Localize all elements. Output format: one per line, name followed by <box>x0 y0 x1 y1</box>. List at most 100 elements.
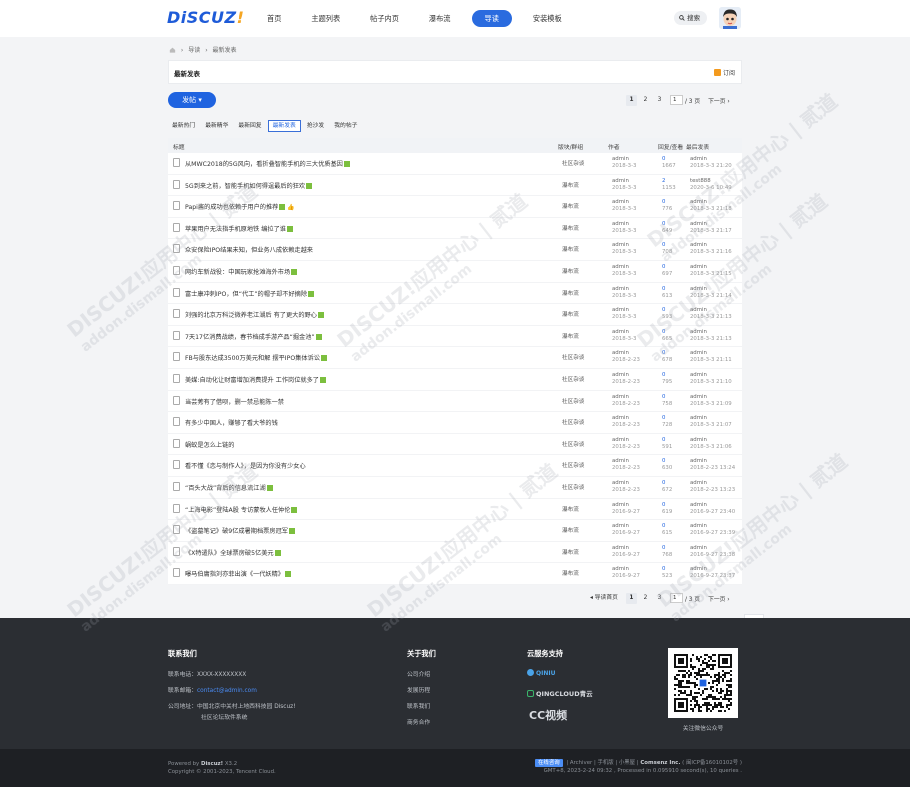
tab-item[interactable]: 最新热门 <box>168 120 199 132</box>
thread-title[interactable]: 5G到来之前，智能手机如何得逞最后的狂欢 <box>185 183 305 190</box>
last-post-date[interactable]: 2018-3-3 21:13 <box>690 314 732 320</box>
pager-page-3[interactable]: 3 <box>654 593 665 604</box>
author-link[interactable]: admin <box>612 242 629 248</box>
forum-link[interactable]: 瀑布流 <box>562 332 579 340</box>
tab-item[interactable]: 最新发表 <box>267 120 301 132</box>
last-post-date[interactable]: 2016-9-27 23:37 <box>690 573 735 579</box>
last-poster-link[interactable]: admin <box>690 394 707 400</box>
footer-link-intro[interactable]: 公司介绍 <box>407 669 430 678</box>
thread-title-link[interactable]: 5G到来之前，智能手机如何得逞最后的狂欢 <box>185 181 313 190</box>
last-post-date[interactable]: 2018-3-3 21:10 <box>690 379 732 385</box>
thread-title-link[interactable]: 刘强的北京万科泛微养老江湖后 有了更大的野心 <box>185 310 324 319</box>
site-logo[interactable]: DiSCUZ! <box>167 8 244 27</box>
thread-title-link[interactable]: 当芸莠有了借呗，删一禁忌能陈一禁 <box>185 397 284 406</box>
last-post-date[interactable]: 2018-3-3 21:11 <box>690 357 732 363</box>
reply-count[interactable]: 0 <box>662 437 665 443</box>
thread-title[interactable]: 7天17亿消费战绩，春节档成手游产品“掘金池” <box>185 334 315 341</box>
tab-item[interactable]: 最新回复 <box>234 120 265 132</box>
reply-count[interactable]: 0 <box>662 264 665 270</box>
author-link[interactable]: admin <box>612 372 629 378</box>
thread-title[interactable]: 美媒:自动化让财富增加消费提升 工作岗位就多了 <box>185 377 319 384</box>
forum-link[interactable]: 瀑布流 <box>562 505 579 513</box>
footer-link-business[interactable]: 商务合作 <box>407 717 430 726</box>
online-consult-button[interactable]: 在线咨询 <box>535 759 563 767</box>
reply-count[interactable]: 0 <box>662 242 665 248</box>
thread-title-link[interactable]: 《盗墓笔记》破9亿成暑期档票房冠军 <box>185 526 295 535</box>
thread-title-link[interactable]: 众安保险IPO结果未知，但业务八成依赖走越来 <box>185 245 313 254</box>
last-poster-link[interactable]: admin <box>690 264 707 270</box>
last-poster-link[interactable]: admin <box>690 199 707 205</box>
nav-item[interactable]: 首页 <box>258 10 290 27</box>
last-poster-link[interactable]: admin <box>690 566 707 572</box>
last-poster-link[interactable]: admin <box>690 307 707 313</box>
author-link[interactable]: admin <box>612 199 629 205</box>
last-post-date[interactable]: 2018-3-3 21:18 <box>690 206 732 212</box>
forum-link[interactable]: 社区杂谈 <box>562 418 584 426</box>
forum-link[interactable]: 瀑布流 <box>562 224 579 232</box>
thread-title-link[interactable]: 苹果用户无法指手机原地铁 编拉了谁 <box>185 224 293 233</box>
subscribe-link[interactable]: 订阅 <box>713 68 735 77</box>
thread-title[interactable]: 众安保险IPO结果未知，但业务八成依赖走越来 <box>185 247 313 254</box>
author-link[interactable]: admin <box>612 545 629 551</box>
reply-count[interactable]: 2 <box>662 178 665 184</box>
footer-links[interactable]: | Archiver | 手机版 | 小黑屋 | <box>566 760 638 766</box>
author-link[interactable]: admin <box>612 394 629 400</box>
thread-title[interactable]: 刘强的北京万科泛微养老江湖后 有了更大的野心 <box>185 312 317 319</box>
last-post-date[interactable]: 2018-3-3 21:20 <box>690 163 732 169</box>
last-poster-link[interactable]: admin <box>690 437 707 443</box>
author-link[interactable]: admin <box>612 221 629 227</box>
thread-title-link[interactable]: FB与股东达成3500万美元和解 摆平IPO集体诉讼 <box>185 353 327 362</box>
thread-title[interactable]: “上海电影”登陆A股 专访蒙牧人任仲伦 <box>185 507 290 514</box>
forum-link[interactable]: 瀑布流 <box>562 569 579 577</box>
thread-title[interactable]: 从MWC2018的5G风向，看折叠智能手机的三大优质基因 <box>185 161 343 168</box>
forum-link[interactable]: 社区杂谈 <box>562 483 584 491</box>
icp-link[interactable]: ( 闽ICP备16010102号 ) <box>682 760 742 766</box>
thread-title[interactable]: 蜗蚁是怎么上链的 <box>185 442 235 449</box>
avatar[interactable] <box>719 7 741 29</box>
nav-item[interactable]: 主题列表 <box>302 10 349 27</box>
author-link[interactable]: admin <box>612 437 629 443</box>
last-post-date[interactable]: 2018-3-3 21:07 <box>690 422 732 428</box>
thread-title-link[interactable]: 从MWC2018的5G风向，看折叠智能手机的三大优质基因 <box>185 159 350 168</box>
author-link[interactable]: admin <box>612 415 629 421</box>
author-link[interactable]: admin <box>612 502 629 508</box>
author-link[interactable]: admin <box>612 329 629 335</box>
last-poster-link[interactable]: admin <box>690 242 707 248</box>
reply-count[interactable]: 0 <box>662 329 665 335</box>
thread-title-link[interactable]: 看不懂《恋与制作人》，是因为你没有少女心 <box>185 461 306 470</box>
footer-email-link[interactable]: contact@admin.com <box>197 688 257 694</box>
footer-link-history[interactable]: 发展历程 <box>407 685 430 694</box>
thread-title-link[interactable]: 有多少中国人，赚够了看大爷的钱 <box>185 418 278 427</box>
thread-title-link[interactable]: “百头大战”背后的信息流江湖 <box>185 483 273 492</box>
pager-page-3[interactable]: 3 <box>654 95 665 106</box>
last-poster-link[interactable]: admin <box>690 329 707 335</box>
pager-next-button[interactable]: 下一页 › <box>708 594 730 603</box>
tab-item[interactable]: 我的帖子 <box>330 120 361 132</box>
pager-page-2[interactable]: 2 <box>640 593 651 604</box>
last-poster-link[interactable]: admin <box>690 156 707 162</box>
last-post-date[interactable]: 2018-2-23 13:24 <box>690 465 735 471</box>
last-poster-link[interactable]: admin <box>690 480 707 486</box>
reply-count[interactable]: 0 <box>662 156 665 162</box>
last-poster-link[interactable]: admin <box>690 221 707 227</box>
reply-count[interactable]: 0 <box>662 372 665 378</box>
forum-link[interactable]: 瀑布流 <box>562 245 579 253</box>
discuz-link[interactable]: Discuz! <box>201 761 223 767</box>
last-post-date[interactable]: 2016-9-27 23:38 <box>690 552 735 558</box>
thread-title-link[interactable]: 美媒:自动化让财富增加消费提升 工作岗位就多了 <box>185 375 326 384</box>
forum-link[interactable]: 社区杂谈 <box>562 397 584 405</box>
forum-link[interactable]: 瀑布流 <box>562 526 579 534</box>
last-post-date[interactable]: 2018-3-3 21:09 <box>690 401 732 407</box>
last-poster-link[interactable]: admin <box>690 415 707 421</box>
thread-title-link[interactable]: Papi酱的成功也依赖于用户的推荐 👍 <box>185 202 295 211</box>
author-link[interactable]: admin <box>612 178 629 184</box>
last-post-date[interactable]: 2016-9-27 23:40 <box>690 509 735 515</box>
thread-title[interactable]: 有多少中国人，赚够了看大爷的钱 <box>185 420 278 427</box>
reply-count[interactable]: 0 <box>662 566 665 572</box>
author-link[interactable]: admin <box>612 523 629 529</box>
pager-page-input[interactable]: 1 <box>670 95 683 105</box>
last-post-date[interactable]: 2016-9-27 23:39 <box>690 530 735 536</box>
breadcrumb-current[interactable]: 最新发表 <box>213 47 237 54</box>
author-link[interactable]: admin <box>612 286 629 292</box>
last-post-date[interactable]: 2018-3-3 21:06 <box>690 444 732 450</box>
